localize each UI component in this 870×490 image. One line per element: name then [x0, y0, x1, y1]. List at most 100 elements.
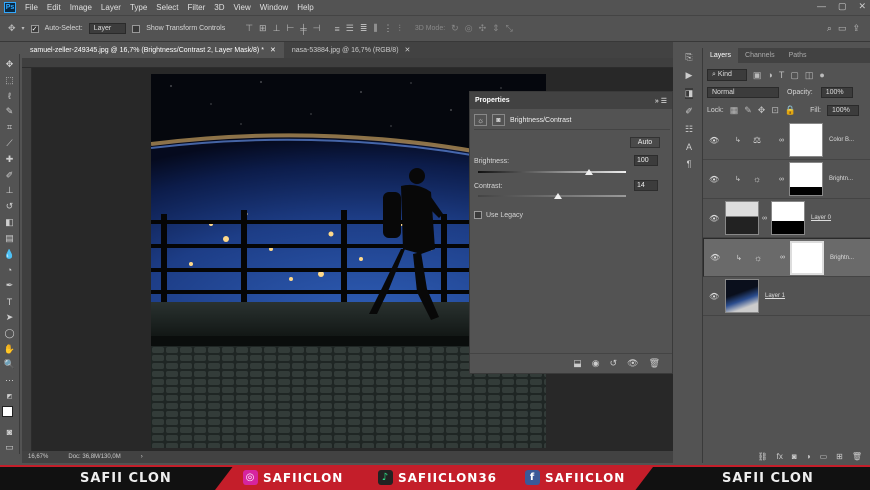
brightness-input[interactable]: 100 — [634, 155, 658, 166]
lasso-tool-icon[interactable]: ℓ — [3, 90, 17, 103]
layer-row[interactable]: 👁 ↳ ⚖ ∞ Color B... — [703, 121, 870, 160]
lock-transparent-icon[interactable]: ▦ — [730, 105, 739, 116]
new-layer-icon[interactable]: ⊞ — [836, 452, 843, 461]
visibility-eye-icon[interactable]: 👁 — [710, 253, 720, 262]
type-tool-icon[interactable]: T — [3, 295, 17, 308]
adjustments-icon[interactable]: ◨ — [684, 88, 694, 99]
history-brush-tool-icon[interactable]: ↺ — [3, 200, 17, 213]
paragraph-icon[interactable]: ¶ — [687, 159, 692, 169]
lock-all-icon[interactable]: 🔒 — [785, 105, 796, 116]
view-previous-state-icon[interactable]: ◉ — [592, 358, 600, 369]
layer-name[interactable]: Brightn... — [829, 176, 853, 182]
3d-pan-icon[interactable]: ✣ — [479, 23, 487, 34]
menu-help[interactable]: Help — [297, 3, 313, 12]
brightness-slider-track[interactable] — [478, 171, 626, 173]
layer-row[interactable]: 👁 Layer 1 — [703, 277, 870, 316]
layer-mask-thumbnail[interactable] — [771, 201, 805, 235]
menu-layer[interactable]: Layer — [101, 3, 121, 12]
visibility-eye-icon[interactable]: 👁 — [709, 292, 719, 301]
3d-roll-icon[interactable]: ◎ — [465, 23, 473, 34]
contrast-input[interactable]: 14 — [634, 180, 658, 191]
artboard-lock-icon[interactable]: ⊡ — [771, 105, 779, 116]
visibility-eye-icon[interactable]: 👁 — [709, 214, 719, 223]
layer-name[interactable]: Brightn... — [830, 255, 854, 261]
new-adjustment-icon[interactable]: ◑ — [806, 452, 811, 461]
layer-style-icon[interactable]: fx — [777, 452, 783, 461]
smart-object-filter-icon[interactable]: ◫ — [805, 70, 814, 81]
pen-tool-icon[interactable]: ✒ — [3, 279, 17, 292]
align-center-icon[interactable]: ╪ — [300, 24, 306, 34]
foreground-color-swatch[interactable] — [1, 405, 13, 417]
chain-link-icon[interactable]: ∞ — [779, 176, 784, 183]
clip-to-layer-icon[interactable]: ⬓ — [573, 358, 582, 369]
brush-tool-icon[interactable]: ✐ — [3, 169, 17, 182]
menu-image[interactable]: Image — [70, 3, 92, 12]
layer-thumbnail[interactable] — [725, 201, 759, 235]
distribute-center-icon[interactable]: ⋮ — [384, 23, 393, 34]
history-icon[interactable]: ⎘ — [685, 52, 692, 63]
new-group-icon[interactable]: ▭ — [820, 452, 828, 461]
3d-slide-icon[interactable]: ⇕ — [492, 23, 500, 34]
layer-name[interactable]: Color B... — [829, 137, 854, 143]
layer-row[interactable]: 👁 ∞ Layer 0 — [703, 199, 870, 238]
align-top-icon[interactable]: ⊤ — [245, 23, 253, 34]
menu-edit[interactable]: Edit — [47, 3, 61, 12]
brightness-adjustment-icon[interactable]: ☼ — [474, 114, 487, 126]
hand-tool-icon[interactable]: ✋ — [3, 343, 17, 356]
reset-icon[interactable]: ↺ — [610, 358, 618, 369]
menu-window[interactable]: Window — [260, 3, 288, 12]
pixel-filter-icon[interactable]: ▣ — [753, 70, 762, 81]
menu-filter[interactable]: Filter — [188, 3, 206, 12]
tab-document-2[interactable]: nasa-53884.jpg @ 16,7% (RGB/8) ✕ — [283, 42, 419, 58]
blur-tool-icon[interactable]: 💧 — [3, 248, 17, 261]
lock-pixels-icon[interactable]: ✎ — [744, 105, 752, 116]
properties-icon[interactable]: ☷ — [685, 124, 693, 135]
type-filter-icon[interactable]: T — [779, 70, 785, 80]
add-mask-icon[interactable]: ◙ — [792, 452, 797, 461]
chevron-right-icon[interactable]: › — [141, 454, 143, 460]
contrast-slider-thumb[interactable] — [553, 193, 562, 199]
marquee-tool-icon[interactable]: ⬚ — [3, 74, 17, 87]
adjustment-filter-icon[interactable]: ◑ — [767, 70, 772, 80]
visibility-icon[interactable]: 👁 — [627, 358, 638, 369]
align-middle-icon[interactable]: ⊞ — [259, 23, 267, 34]
workspace-icon[interactable]: ▭ — [838, 23, 847, 34]
align-right-icon[interactable]: ⊣ — [313, 23, 321, 34]
layer-mask-icon[interactable]: ◙ — [492, 114, 505, 126]
eraser-tool-icon[interactable]: ◧ — [3, 216, 17, 229]
close-icon[interactable]: ✕ — [405, 46, 411, 54]
distribute-left-icon[interactable]: ⫼ — [373, 23, 377, 34]
filter-toggle-icon[interactable]: ● — [819, 70, 824, 80]
search-icon[interactable]: ⌕ — [827, 23, 832, 34]
layer-mask-thumbnail[interactable] — [789, 162, 823, 196]
character-icon[interactable]: A — [686, 142, 692, 152]
share-icon[interactable]: ⇪ — [852, 23, 860, 34]
visibility-eye-icon[interactable]: 👁 — [709, 136, 719, 145]
path-select-tool-icon[interactable]: ➤ — [3, 311, 17, 324]
screen-mode-icon[interactable]: ▭ — [3, 441, 17, 454]
maximize-icon[interactable]: ▢ — [838, 1, 847, 12]
distribute-middle-icon[interactable]: ☰ — [346, 23, 354, 34]
gradient-tool-icon[interactable]: ▤ — [3, 232, 17, 245]
shape-tool-icon[interactable]: ◯ — [3, 327, 17, 340]
auto-button[interactable]: Auto — [630, 137, 660, 148]
close-icon[interactable]: ✕ — [858, 1, 866, 12]
move-tool-icon[interactable]: ✥ — [8, 23, 16, 34]
transform-controls-checkbox[interactable] — [132, 24, 141, 33]
use-legacy-checkbox[interactable] — [474, 211, 482, 219]
brightness-slider-thumb[interactable] — [585, 169, 593, 175]
align-bottom-icon[interactable]: ⊥ — [273, 23, 281, 34]
layer-thumbnail[interactable] — [725, 279, 759, 313]
shape-filter-icon[interactable]: ▢ — [790, 70, 799, 81]
fill-input[interactable]: 100% — [827, 105, 859, 116]
layer-mask-thumbnail[interactable] — [790, 240, 824, 275]
link-layers-icon[interactable]: ⛓ — [758, 452, 768, 461]
color-swatches[interactable] — [1, 405, 18, 423]
layer-row[interactable]: 👁 ↳ ☼ ∞ Brightn... — [703, 160, 870, 199]
distribute-right-icon[interactable]: ⫶ — [399, 23, 401, 34]
stamp-tool-icon[interactable]: ⊥ — [3, 185, 17, 198]
brush-settings-icon[interactable]: ✐ — [685, 106, 693, 117]
auto-select-checkbox[interactable]: ✓ — [30, 24, 39, 33]
lock-position-icon[interactable]: ✥ — [758, 105, 766, 116]
crop-tool-icon[interactable]: ⌗ — [3, 121, 17, 134]
